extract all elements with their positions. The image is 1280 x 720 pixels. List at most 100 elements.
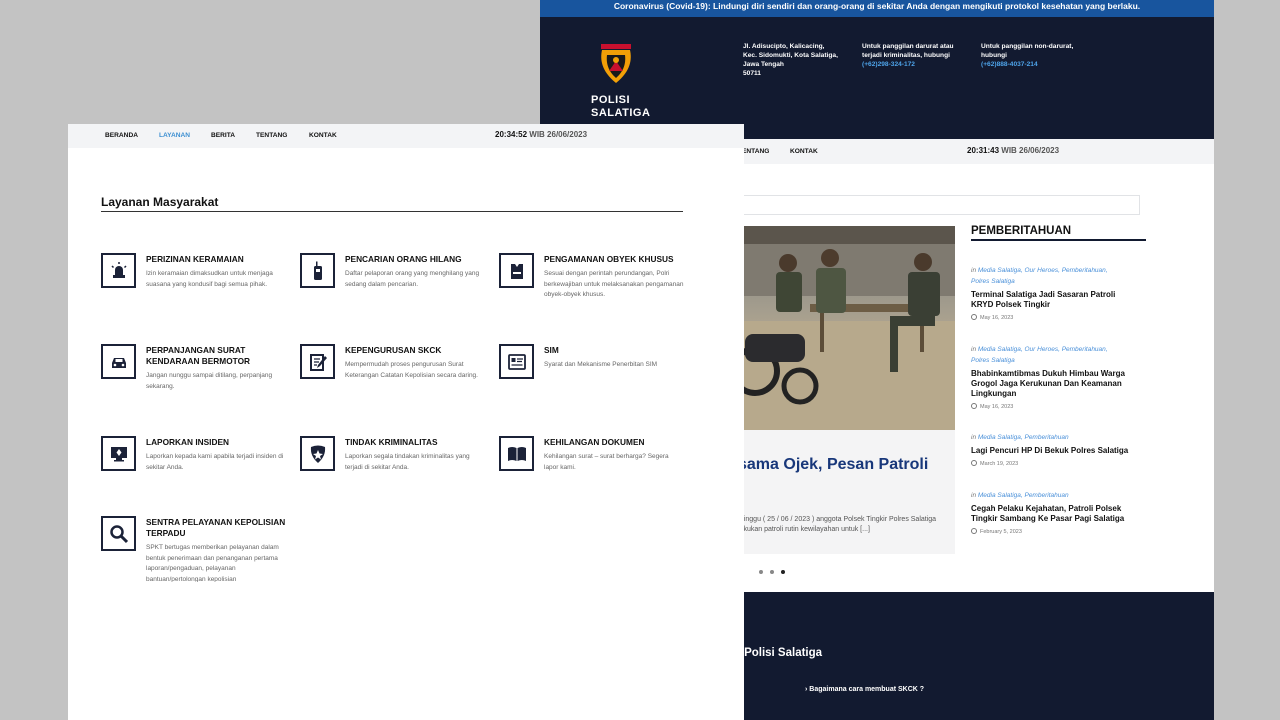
address-line: 50711 [743, 70, 761, 77]
footer-faq-link[interactable]: › Bagaimana cara membuat SKCK ? [805, 685, 930, 695]
service-title[interactable]: SIM [544, 345, 689, 356]
site-header: POLISI SALATIGA Jl. Adisucipto, Kalicaci… [540, 17, 1214, 139]
address-block: Jl. Adisucipto, Kalicacing, Kec. Sidomuk… [743, 42, 838, 78]
news-date-text: May 16, 2023 [980, 315, 1014, 321]
service-description: Sesuai dengan perintah perundangan, Polr… [544, 270, 684, 298]
notifications-heading: PEMBERITAHUAN [971, 225, 1146, 241]
service-title[interactable]: SENTRA PELAYANAN KEPOLISIAN TERPADU [146, 517, 291, 539]
news-date-text: March 19, 2023 [980, 461, 1019, 467]
search-icon [101, 516, 136, 551]
nav-layanan[interactable]: LAYANAN [159, 132, 190, 139]
news-date: March 19, 2023 [971, 460, 1131, 467]
clock-time: 20:34:52 [495, 130, 528, 139]
service-description: Jangan nunggu sampai ditilang, perpanjan… [146, 372, 273, 390]
clock-date: WIB 26/06/2023 [1001, 146, 1060, 155]
open-book-icon [499, 436, 534, 471]
police-logo-icon[interactable] [598, 41, 634, 85]
nav-kontak[interactable]: KONTAK [309, 132, 337, 139]
vest-icon [499, 253, 534, 288]
logo-text-polisi: POLISI [591, 94, 631, 106]
nav-tentang[interactable]: ENTANG [742, 148, 769, 155]
clock-icon [971, 460, 977, 466]
logo-text-salatiga: SALATIGA [591, 107, 651, 119]
news-prefix: in [971, 346, 977, 353]
clock-icon [971, 528, 977, 534]
chevron-right-icon: › [805, 686, 808, 693]
service-description: SPKT bertugas memberikan pelayanan dalam… [146, 544, 279, 582]
service-title[interactable]: PENCARIAN ORANG HILANG [345, 254, 490, 265]
news-category-link[interactable]: Polres Salatiga [971, 278, 1015, 285]
service-spkt[interactable]: SENTRA PELAYANAN KEPOLISIAN TERPADU SPKT… [101, 516, 291, 582]
emergency-contact: Untuk panggilan darurat atau terjadi kri… [862, 42, 954, 69]
slider-dot-active[interactable] [781, 570, 785, 574]
emergency-phone-link[interactable]: (+62)298-324-172 [862, 60, 954, 69]
search-input[interactable] [730, 195, 1140, 215]
non-emergency-text: hubungi [981, 52, 1007, 59]
slider-dot[interactable] [770, 570, 774, 574]
monitor-report-icon [101, 436, 136, 471]
service-title[interactable]: PERIZINAN KERAMAIAN [146, 254, 291, 265]
address-line: Kec. Sidomukti, Kota Salatiga, [743, 52, 838, 59]
service-description: Kehilangan surat – surat berharga? Seger… [544, 453, 669, 471]
news-card[interactable]: sama Ojek, Pesan Patroli Minggu ( 25 / 0… [730, 430, 955, 554]
nav-kontak[interactable]: KONTAK [790, 148, 818, 155]
clock-date: WIB 26/06/2023 [529, 130, 588, 139]
news-title[interactable]: Cegah Pelaku Kejahatan, Patroli Polsek T… [971, 504, 1131, 524]
front-browser-window: BERANDA LAYANAN BERITA TENTANG KONTAK 20… [68, 124, 744, 720]
clock-icon [971, 403, 977, 409]
news-title[interactable]: Terminal Salatiga Jadi Sasaran Patroli K… [971, 290, 1131, 310]
news-categories: in Media Salatiga, Our Heroes, Pemberita… [971, 265, 1131, 287]
service-title[interactable]: PENGAMANAN OBYEK KHUSUS [544, 254, 689, 265]
photo-illustration [730, 226, 955, 430]
service-title[interactable]: TINDAK KRIMINALITAS [345, 437, 490, 448]
covid-banner: Coronavirus (Covid-19): Lindungi diri se… [540, 0, 1214, 17]
footer-faq-text[interactable]: Bagaimana cara membuat SKCK ? [809, 686, 924, 693]
news-category-link[interactable]: Media Salatiga, Our Heroes, Pemberitahua… [978, 346, 1108, 353]
news-prefix: in [971, 267, 977, 274]
nav-berita[interactable]: BERITA [211, 132, 235, 139]
walkie-talkie-icon [300, 253, 335, 288]
non-emergency-phone-link[interactable]: (+62)888-4037-214 [981, 60, 1073, 69]
siren-icon [101, 253, 136, 288]
car-icon [101, 344, 136, 379]
news-prefix: in [971, 492, 977, 499]
news-date-text: February 5, 2023 [980, 529, 1022, 535]
news-category-link[interactable]: Media Salatiga, Our Heroes, Pemberitahua… [978, 267, 1108, 274]
address-line: Jawa Tengah [743, 61, 784, 68]
license-card-icon [499, 344, 534, 379]
section-title: Layanan Masyarakat [101, 195, 683, 212]
service-description: Daftar pelaporan orang yang menghilang y… [345, 270, 480, 288]
slider-dot[interactable] [759, 570, 763, 574]
service-title[interactable]: KEHILANGAN DOKUMEN [544, 437, 689, 448]
clock: 20:34:52 WIB 26/06/2023 [495, 130, 587, 139]
news-category-link[interactable]: Media Salatiga, Pemberitahuan [978, 492, 1069, 499]
news-item[interactable]: in Media Salatiga, Pemberitahuan Cegah P… [971, 490, 1131, 535]
service-description: Izin keramaian dimaksudkan untuk menjaga… [146, 270, 273, 288]
news-item[interactable]: in Media Salatiga, Pemberitahuan Lagi Pe… [971, 432, 1131, 467]
news-title[interactable]: Lagi Pencuri HP Di Bekuk Polres Salatiga [971, 446, 1131, 456]
news-categories: in Media Salatiga, Pemberitahuan [971, 432, 1131, 443]
nav-tentang[interactable]: TENTANG [256, 132, 287, 139]
news-date: February 5, 2023 [971, 528, 1131, 535]
service-title[interactable]: LAPORKAN INSIDEN [146, 437, 291, 448]
news-title[interactable]: Bhabinkamtibmas Dukuh Himbau Warga Grogo… [971, 369, 1131, 399]
news-item[interactable]: in Media Salatiga, Our Heroes, Pemberita… [971, 344, 1131, 410]
service-title[interactable]: KEPENGURUSAN SKCK [345, 345, 490, 356]
clock-time: 20:31:43 [967, 146, 1000, 155]
document-edit-icon [300, 344, 335, 379]
news-categories: in Media Salatiga, Our Heroes, Pemberita… [971, 344, 1131, 366]
news-item[interactable]: in Media Salatiga, Our Heroes, Pemberita… [971, 265, 1131, 321]
badge-shield-icon [300, 436, 335, 471]
news-category-link[interactable]: Polres Salatiga [971, 357, 1015, 364]
clock-icon [971, 314, 977, 320]
service-description: Laporkan kepada kami apabila terjadi ins… [146, 453, 284, 471]
emergency-text: Untuk panggilan darurat atau [862, 43, 954, 50]
news-photo[interactable] [730, 226, 955, 430]
news-categories: in Media Salatiga, Pemberitahuan [971, 490, 1131, 501]
service-title[interactable]: PERPANJANGAN SURAT KENDARAAN BERMOTOR [146, 345, 291, 367]
news-card-title[interactable]: sama Ojek, Pesan Patroli [738, 456, 928, 474]
address-line: Jl. Adisucipto, Kalicacing, [743, 43, 825, 50]
nav-beranda[interactable]: BERANDA [105, 132, 138, 139]
news-category-link[interactable]: Media Salatiga, Pemberitahuan [978, 434, 1069, 441]
slider-dots [759, 561, 792, 579]
